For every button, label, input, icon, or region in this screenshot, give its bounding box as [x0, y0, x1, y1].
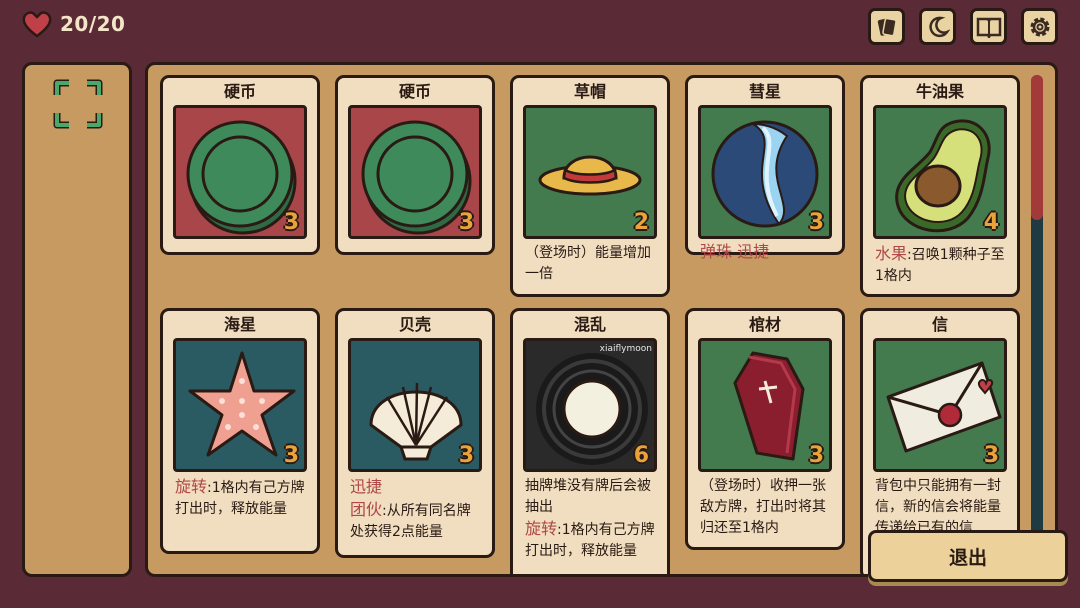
card-art: xiaiflymoon 6 [523, 338, 657, 472]
top-toolbar [868, 8, 1058, 45]
card-description: （登场时）收押一张敌方牌，打出时将其归还至1格内 [700, 478, 826, 536]
card-name: 海星 [223, 315, 256, 334]
card-art: 3 [698, 105, 832, 239]
night-button[interactable] [919, 8, 956, 45]
card-keyword: 水果 [875, 244, 908, 263]
card-keywords: 弹珠 迅捷 [688, 239, 842, 270]
hp-display: 20/20 [22, 10, 125, 38]
card-cost: 3 [283, 210, 299, 235]
moon-icon [928, 16, 950, 37]
card-keyword: 旋转 [525, 519, 558, 538]
card-description: 抽牌堆没有牌后会被抽出 旋转:1格内有己方牌打出时，释放能量 [513, 472, 667, 568]
card-cost: 2 [633, 210, 649, 235]
card-name: 贝壳 [398, 315, 431, 334]
expand-icon[interactable] [53, 79, 103, 129]
card-coin[interactable]: 硬币 3 [160, 75, 320, 255]
card-description: 迅捷 团伙:从所有同名牌处获得2点能量 [338, 472, 492, 549]
card-description: 水果:召唤1颗种子至1格内 [863, 239, 1017, 293]
card-keyword: 旋转 [175, 477, 208, 496]
hp-value: 20/20 [60, 12, 126, 36]
scrollbar[interactable] [1031, 75, 1043, 560]
side-panel [22, 62, 132, 577]
card-keyword: 团伙 [350, 500, 383, 519]
card-cost: 3 [808, 210, 824, 235]
card-comet[interactable]: 彗星 3 弹珠 迅捷 [685, 75, 845, 261]
codex-button[interactable] [970, 8, 1007, 45]
card-straw-hat[interactable]: 草帽 2 （登场时）能量增加一倍 [510, 75, 670, 297]
exit-button[interactable]: 退出 [868, 530, 1068, 582]
card-cost: 3 [808, 443, 824, 468]
card-cost: 3 [983, 443, 999, 468]
card-cost: 6 [633, 443, 649, 468]
card-effect-pre: 抽牌堆没有牌后会被抽出 [525, 478, 651, 515]
card-coffin[interactable]: 棺材 3 （登场时）收押一张敌方牌，打出时将其归还至1格内 [685, 308, 845, 550]
card-art: 3 [348, 338, 482, 472]
card-keyword: 迅捷 [350, 477, 383, 496]
card-name: 混乱 [573, 315, 606, 334]
card-name: 牛油果 [915, 82, 964, 101]
card-avocado[interactable]: 牛油果 4 水果:召唤1颗种子至1格内 [860, 75, 1020, 297]
card-description: （登场时）能量增加一倍 [525, 245, 651, 282]
card-chaos[interactable]: 混乱 xiaiflymoon 6 抽牌堆没有牌后会被抽出 旋转:1格内有己方牌打… [510, 308, 670, 574]
card-name: 彗星 [748, 82, 781, 101]
card-name: 棺材 [748, 315, 781, 334]
card-cost: 3 [458, 443, 474, 468]
card-art: 3 [873, 338, 1007, 472]
card-description: 旋转:1格内有己方牌打出时，释放能量 [163, 472, 317, 526]
scrollbar-thumb[interactable] [1031, 75, 1043, 220]
card-art: 2 [523, 105, 657, 239]
book-icon [976, 17, 1001, 38]
gear-icon [1030, 17, 1049, 36]
card-cost: 3 [458, 210, 474, 235]
card-shell[interactable]: 贝壳 3 迅捷 团伙:从所有同名牌处获得2点能量 [335, 308, 495, 558]
card-collection-panel[interactable]: 硬币 3 硬币 3 草帽 2 （登场时）能量增加一倍 彗星 3 弹珠 迅捷 牛油… [145, 62, 1058, 577]
card-art: 3 [698, 338, 832, 472]
card-keyword: 弹珠 迅捷 [700, 242, 770, 261]
card-name: 硬币 [223, 82, 256, 101]
card-coin[interactable]: 硬币 3 [335, 75, 495, 255]
card-art: 3 [173, 338, 307, 472]
card-name: 硬币 [398, 82, 431, 101]
card-art: 4 [873, 105, 1007, 239]
card-name: 信 [931, 315, 948, 334]
deck-button[interactable] [868, 8, 905, 45]
card-cost: 4 [983, 210, 999, 235]
card-cost: 3 [283, 443, 299, 468]
card-name: 草帽 [573, 82, 606, 101]
settings-button[interactable] [1021, 8, 1058, 45]
heart-icon [22, 11, 52, 38]
cards-icon [877, 17, 897, 36]
card-starfish[interactable]: 海星 3 旋转:1格内有己方牌打出时，释放能量 [160, 308, 320, 554]
card-art: 3 [348, 105, 482, 239]
card-art: 3 [173, 105, 307, 239]
watermark: xiaiflymoon [599, 344, 652, 354]
